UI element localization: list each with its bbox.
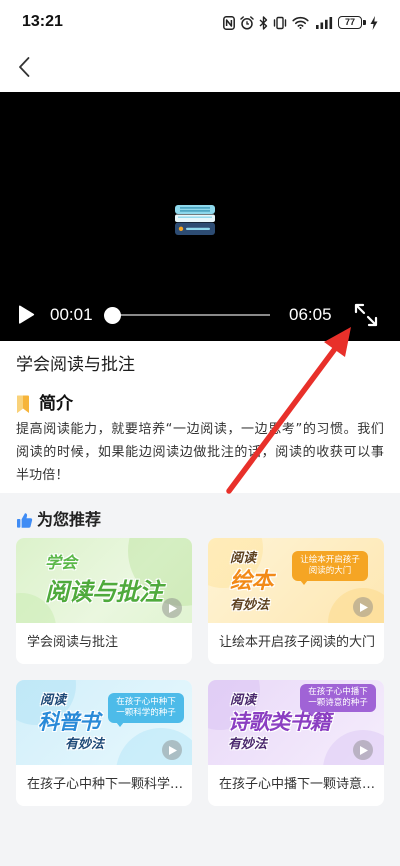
intro-text: 提高阅读能力，就要培养“一边阅读，一边思考”的习惯。我们阅读的时候，如果能边阅读…	[16, 422, 384, 483]
recommend-card[interactable]: 阅读 诗歌类书籍 有妙法 在孩子心中播下 一颗诗意的种子 在孩子心中播下一颗诗意…	[208, 680, 384, 806]
thumbnail-play-button[interactable]	[162, 740, 182, 760]
bubble-line: 让绘本开启孩子	[300, 555, 360, 565]
bubble-line: 一颗科学的种子	[116, 708, 176, 718]
card-title: 在孩子心中播下一颗诗意…	[219, 777, 376, 792]
recommend-card[interactable]: 学会 阅读与批注 学会阅读与批注	[16, 538, 192, 664]
thumbnail-headline: 阅读与批注	[45, 578, 163, 606]
wifi-icon	[292, 16, 309, 29]
lesson-title: 学会阅读与批注	[16, 355, 135, 375]
card-thumbnail: 阅读 科普书 有妙法 在孩子心中种下 一颗科学的种子	[16, 680, 192, 765]
current-time: 00:01	[50, 305, 93, 324]
thumbnail-subline: 有妙法	[230, 598, 270, 613]
status-time: 13:21	[22, 13, 63, 30]
back-button[interactable]	[10, 54, 38, 80]
signal-icon	[316, 16, 333, 29]
card-title: 在孩子心中种下一颗科学…	[27, 777, 184, 792]
card-thumbnail: 学会 阅读与批注	[16, 538, 192, 623]
vibrate-icon	[273, 16, 287, 29]
recommend-card[interactable]: 阅读 绘本 有妙法 让绘本开启孩子 阅读的大门 让绘本开启孩子阅读的大门	[208, 538, 384, 664]
play-icon	[19, 305, 35, 324]
battery-icon: 77	[338, 16, 366, 29]
play-button[interactable]	[16, 304, 38, 326]
thumbnail-play-button[interactable]	[162, 598, 182, 618]
thumbnail-bubble: 让绘本开启孩子 阅读的大门	[292, 551, 368, 585]
play-icon	[169, 603, 177, 613]
card-title: 学会阅读与批注	[27, 635, 119, 650]
bubble-line: 阅读的大门	[308, 566, 352, 576]
alarm-icon	[240, 15, 254, 30]
fullscreen-expand-icon	[354, 303, 378, 327]
thumbnail-kicker: 阅读	[40, 693, 67, 708]
book-stack-icon	[174, 204, 216, 236]
bluetooth-icon	[259, 15, 268, 30]
thumbnail-kicker: 阅读	[230, 693, 257, 708]
thumbnail-play-button[interactable]	[353, 597, 373, 617]
recommend-heading: 为您推荐	[37, 510, 102, 529]
bubble-line: 一颗诗意的种子	[308, 698, 368, 708]
thumbnail-bubble: 在孩子心中种下 一颗科学的种子	[108, 693, 184, 727]
play-icon	[169, 745, 177, 755]
chevron-left-icon	[19, 57, 30, 77]
progress-knob[interactable]	[103, 306, 121, 324]
thumbnail-kicker: 阅读	[230, 551, 257, 566]
recommend-card[interactable]: 阅读 科普书 有妙法 在孩子心中种下 一颗科学的种子 在孩子心中种下一颗科学…	[16, 680, 192, 806]
thumbnail-play-button[interactable]	[353, 740, 373, 760]
progress-track[interactable]	[103, 306, 270, 324]
thumbnail-bubble: 在孩子心中播下 一颗诗意的种子	[300, 684, 376, 716]
duration: 06:05	[289, 305, 332, 324]
video-player[interactable]: 00:01 06:05	[0, 92, 400, 341]
status-bar: 13:21 77	[0, 0, 400, 44]
thumbnail-subline: 有妙法	[65, 737, 105, 752]
battery-level: 77	[344, 17, 355, 27]
nfc-icon	[223, 15, 235, 30]
charging-icon	[370, 15, 378, 30]
thumbnail-headline: 科普书	[38, 710, 100, 734]
intro-heading: 简介	[39, 394, 73, 414]
thumbnail-headline: 绘本	[230, 569, 274, 594]
card-thumbnail: 阅读 绘本 有妙法 让绘本开启孩子 阅读的大门	[208, 538, 384, 623]
fullscreen-button[interactable]	[353, 302, 379, 328]
status-icons: 77	[223, 14, 378, 31]
card-title: 让绘本开启孩子阅读的大门	[219, 635, 376, 650]
bubble-line: 在孩子心中播下	[308, 687, 368, 697]
thumbnail-subline: 有妙法	[228, 737, 268, 752]
card-thumbnail: 阅读 诗歌类书籍 有妙法 在孩子心中播下 一颗诗意的种子	[208, 680, 384, 765]
thumbnail-kicker: 学会	[45, 553, 78, 572]
bubble-line: 在孩子心中种下	[116, 697, 176, 707]
play-icon	[360, 602, 368, 612]
thumbs-up-icon	[16, 512, 33, 533]
play-icon	[360, 745, 368, 755]
bookmark-icon	[16, 395, 30, 418]
